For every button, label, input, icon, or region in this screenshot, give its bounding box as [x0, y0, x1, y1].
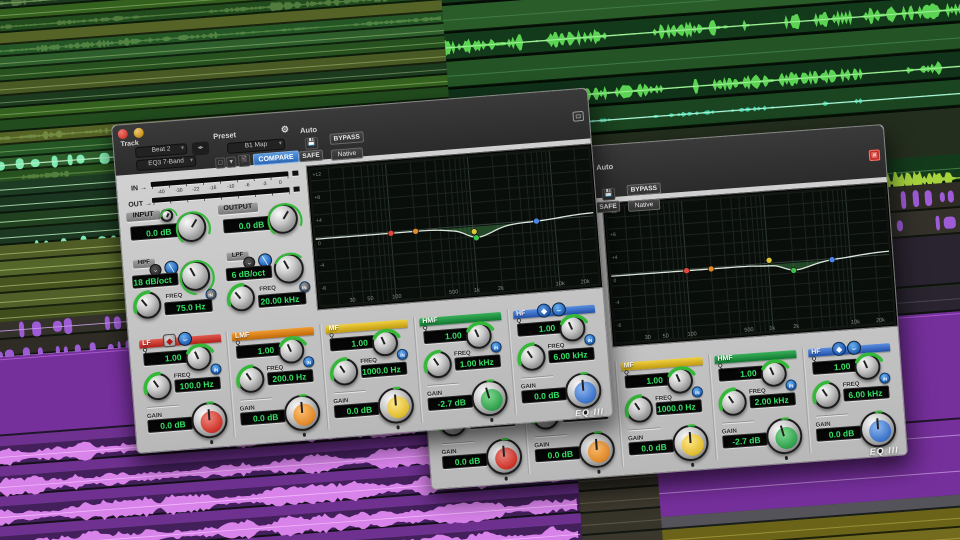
svg-text:-4: -4 [319, 263, 324, 269]
svg-text:-8: -8 [617, 323, 622, 329]
svg-text:0: 0 [613, 278, 616, 284]
svg-text:+8: +8 [314, 195, 320, 201]
svg-text:2k: 2k [793, 324, 799, 330]
svg-text:50: 50 [662, 333, 669, 339]
svg-text:100: 100 [687, 331, 697, 338]
svg-text:+8: +8 [610, 232, 616, 238]
svg-text:20k: 20k [581, 279, 591, 286]
svg-text:50: 50 [367, 296, 374, 302]
svg-text:+4: +4 [612, 255, 618, 261]
svg-text:10k: 10k [556, 281, 566, 288]
svg-text:-4: -4 [615, 300, 620, 306]
svg-text:20k: 20k [876, 317, 886, 324]
svg-text:2k: 2k [498, 286, 505, 292]
svg-text:-8: -8 [321, 286, 326, 292]
svg-text:10k: 10k [851, 319, 861, 326]
svg-text:500: 500 [449, 289, 459, 296]
svg-text:30: 30 [645, 335, 652, 341]
svg-text:+12: +12 [312, 172, 321, 179]
svg-text:+4: +4 [316, 218, 322, 224]
svg-text:500: 500 [744, 327, 754, 334]
svg-text:1k: 1k [474, 288, 481, 294]
svg-text:1k: 1k [769, 325, 775, 331]
svg-text:30: 30 [349, 297, 356, 303]
svg-text:100: 100 [392, 294, 402, 301]
